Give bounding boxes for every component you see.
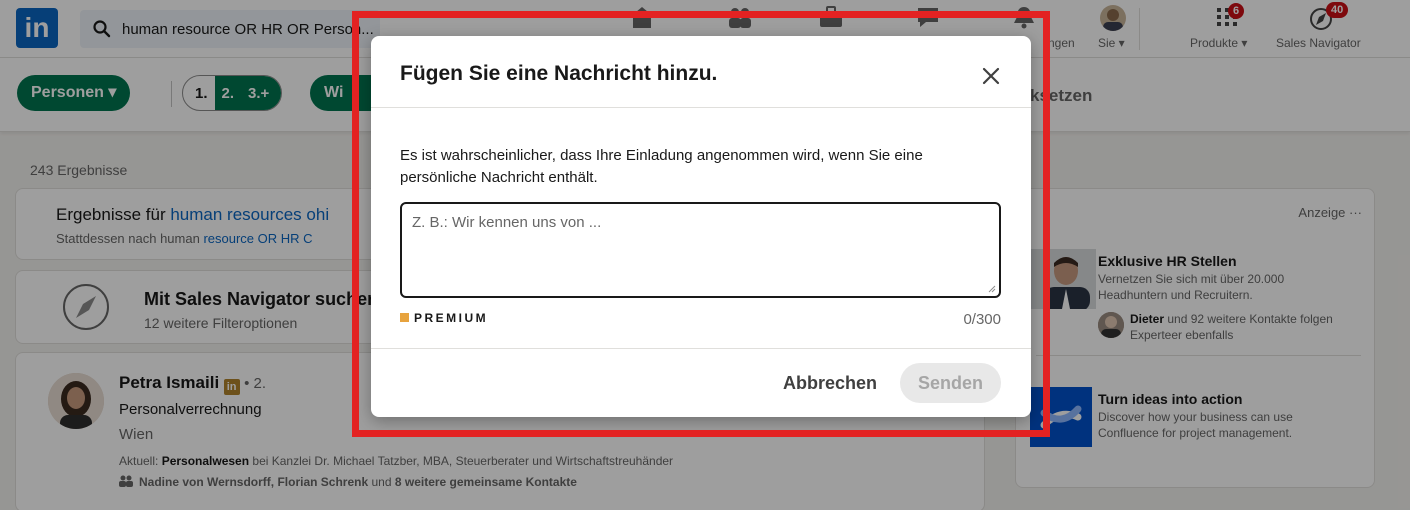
close-icon [982, 67, 1000, 85]
resize-grip-icon[interactable] [988, 285, 996, 293]
dialog-description: Es ist wahrscheinlicher, dass Ihre Einla… [400, 147, 923, 186]
dialog-header-divider [371, 107, 1031, 108]
cancel-button[interactable]: Abbrechen [777, 363, 883, 403]
close-button[interactable] [973, 58, 1009, 94]
premium-label: PREMIUM [400, 311, 488, 325]
dialog-footer-divider [371, 348, 1031, 349]
send-button[interactable]: Senden [900, 363, 1001, 403]
character-counter: 0/300 [963, 311, 1001, 328]
add-note-dialog: Fügen Sie eine Nachricht hinzu. Es ist w… [371, 36, 1031, 417]
message-textarea[interactable] [402, 204, 999, 296]
premium-square-icon [400, 313, 409, 322]
dialog-title: Fügen Sie eine Nachricht hinzu. [400, 62, 718, 85]
message-field[interactable] [400, 202, 1001, 298]
